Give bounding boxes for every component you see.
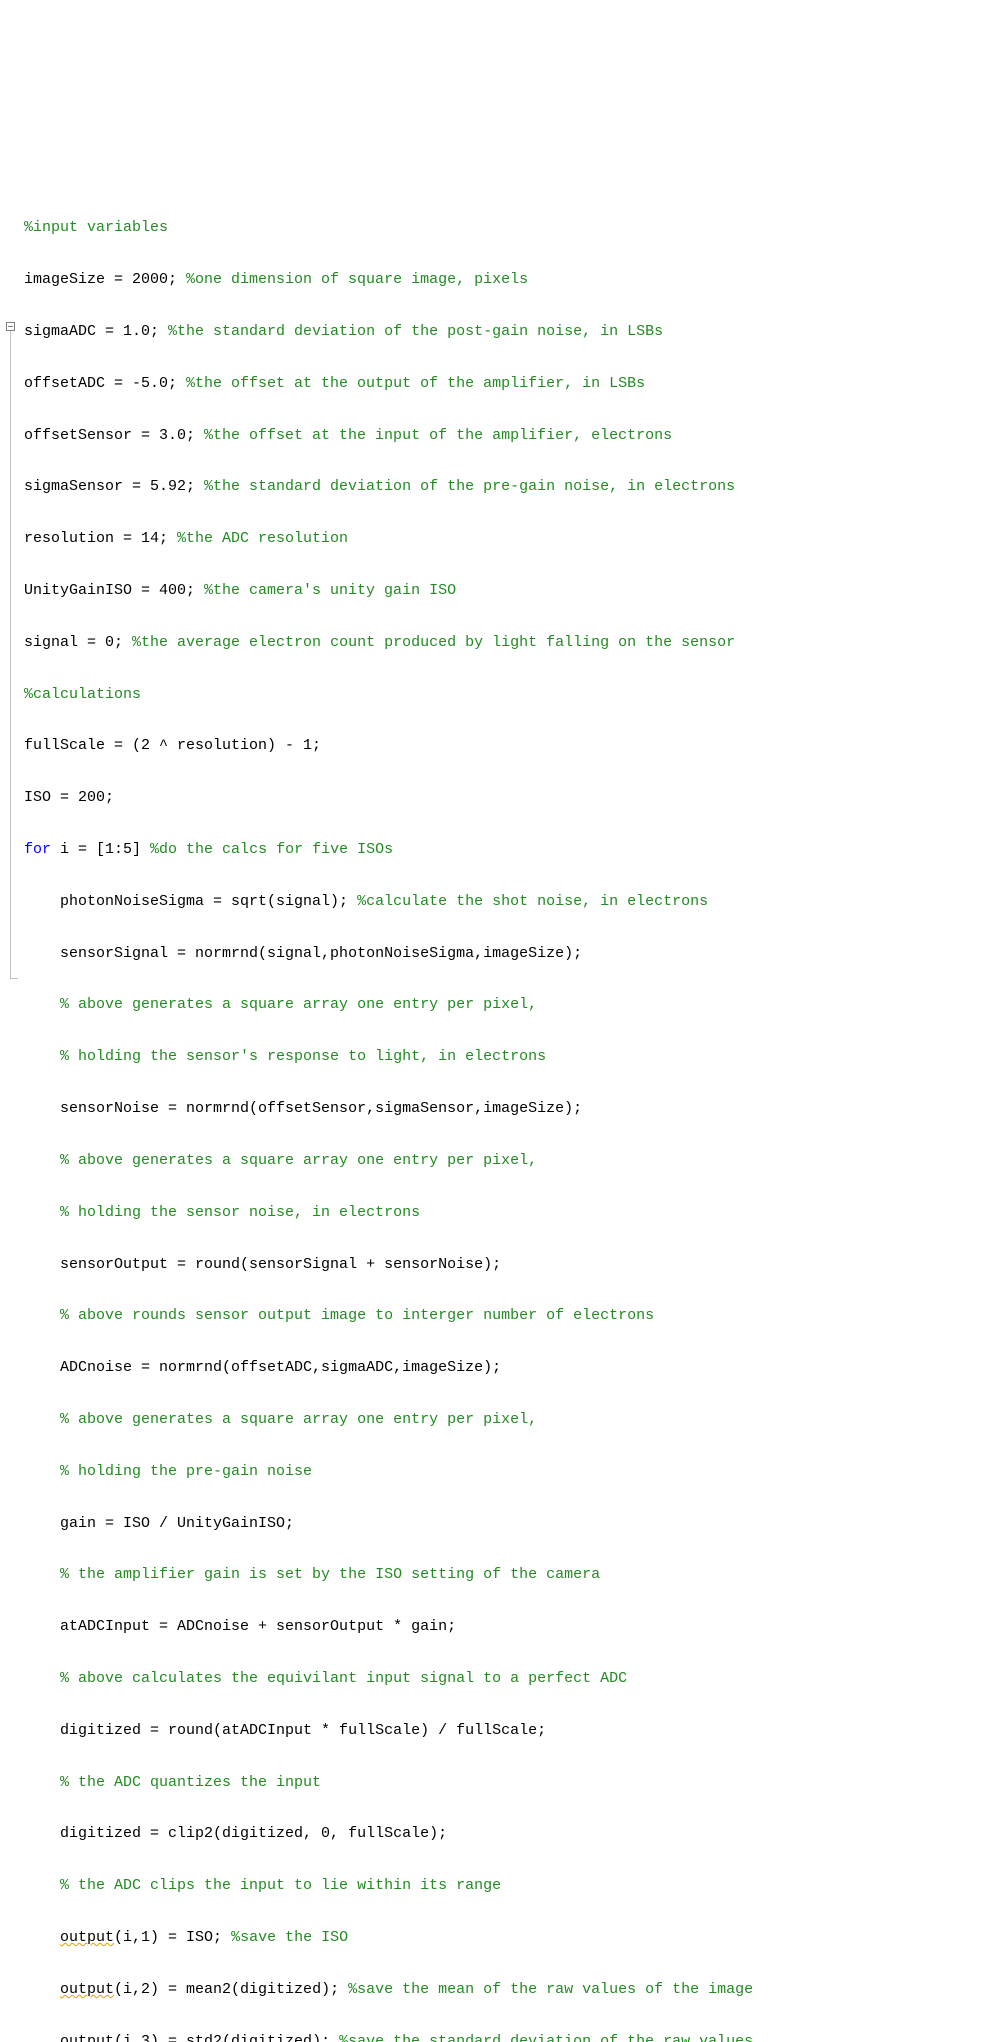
code-token: imageSize = 2000; [24,271,186,288]
code-line: % above generates a square array one ent… [24,992,995,1018]
code-line: gain = ISO / UnityGainISO; [24,1511,995,1537]
code-line: % the ADC clips the input to lie within … [24,1873,995,1899]
code-token: output [60,1929,114,1946]
code-line: % holding the sensor noise, in electrons [24,1200,995,1226]
code-token: sensorOutput = round(sensorSignal + sens… [60,1256,501,1273]
code-line: imageSize = 2000; %one dimension of squa… [24,267,995,293]
code-line: digitized = round(atADCInput * fullScale… [24,1718,995,1744]
code-line: % above rounds sensor output image to in… [24,1303,995,1329]
code-token: digitized = clip2(digitized, 0, fullScal… [60,1825,447,1842]
code-token: sensorNoise = normrnd(offsetSensor,sigma… [60,1100,582,1117]
code-line: %input variables [24,215,995,241]
code-token: output [60,2033,114,2042]
code-line: output(i,3) = std2(digitized); %save the… [24,2029,995,2042]
code-line: % above calculates the equivilant input … [24,1666,995,1692]
code-line: UnityGainISO = 400; %the camera's unity … [24,578,995,604]
code-line: fullScale = (2 ^ resolution) - 1; [24,733,995,759]
code-token: % holding the pre-gain noise [60,1463,312,1480]
code-token: (i,3) = std2(digitized); [114,2033,339,2042]
code-token: digitized = round(atADCInput * fullScale… [60,1722,546,1739]
code-token: %the standard deviation of the pre-gain … [204,478,735,495]
code-line: atADCInput = ADCnoise + sensorOutput * g… [24,1614,995,1640]
code-token: sigmaSensor = 5.92; [24,478,204,495]
code-token: fullScale = (2 ^ resolution) - 1; [24,737,321,754]
code-token: signal = 0; [24,634,132,651]
code-token: sensorSignal = normrnd(signal,photonNois… [60,945,582,962]
fold-guide-end [10,978,18,979]
code-token: %the standard deviation of the post-gain… [168,323,663,340]
code-token: (i,2) = mean2(digitized); [114,1981,348,1998]
fold-guide-line [10,331,11,978]
code-token: ISO = 200; [24,789,114,806]
code-line: % holding the sensor's response to light… [24,1044,995,1070]
code-line: offsetSensor = 3.0; %the offset at the i… [24,423,995,449]
code-token: for [24,841,51,858]
code-token: %save the ISO [231,1929,348,1946]
code-token: % holding the sensor's response to light… [60,1048,546,1065]
code-line: resolution = 14; %the ADC resolution [24,526,995,552]
code-token: %the offset at the input of the amplifie… [204,427,672,444]
code-token: %the camera's unity gain ISO [204,582,456,599]
code-line: output(i,1) = ISO; %save the ISO [24,1925,995,1951]
code-line: % the ADC quantizes the input [24,1770,995,1796]
code-line: ADCnoise = normrnd(offsetADC,sigmaADC,im… [24,1355,995,1381]
code-line: output(i,2) = mean2(digitized); %save th… [24,1977,995,2003]
code-token: %input variables [24,219,168,236]
code-token: i = [1:5] [51,841,150,858]
code-token: %do the calcs for five ISOs [150,841,393,858]
code-line: ISO = 200; [24,785,995,811]
code-token: % the ADC clips the input to lie within … [60,1877,501,1894]
code-line: photonNoiseSigma = sqrt(signal); %calcul… [24,889,995,915]
code-token: output [60,1981,114,1998]
code-line: sigmaSensor = 5.92; %the standard deviat… [24,474,995,500]
fold-collapse-icon[interactable] [6,322,15,331]
code-token: % above rounds sensor output image to in… [60,1307,654,1324]
code-token: % above generates a square array one ent… [60,1152,537,1169]
code-token: atADCInput = ADCnoise + sensorOutput * g… [60,1618,456,1635]
code-token: %save the mean of the raw values of the … [348,1981,753,1998]
code-token: offsetADC = -5.0; [24,375,186,392]
code-token: %the average electron count produced by … [132,634,735,651]
code-line: offsetADC = -5.0; %the offset at the out… [24,371,995,397]
code-line: sigmaADC = 1.0; %the standard deviation … [24,319,995,345]
code-line: % above generates a square array one ent… [24,1148,995,1174]
code-token: % the ADC quantizes the input [60,1774,321,1791]
code-token: % above generates a square array one ent… [60,996,537,1013]
code-token: (i,1) = ISO; [114,1929,231,1946]
code-token: ADCnoise = normrnd(offsetADC,sigmaADC,im… [60,1359,501,1376]
code-token: %calculations [24,686,141,703]
code-line: signal = 0; %the average electron count … [24,630,995,656]
code-line: sensorOutput = round(sensorSignal + sens… [24,1252,995,1278]
code-token: %one dimension of square image, pixels [186,271,528,288]
code-token: % above calculates the equivilant input … [60,1670,627,1687]
code-token: %save the standard deviation of the raw … [339,2033,753,2042]
code-block: %input variables imageSize = 2000; %one … [24,215,995,2042]
code-token: % holding the sensor noise, in electrons [60,1204,420,1221]
code-token: photonNoiseSigma = sqrt(signal); [60,893,357,910]
code-token: %the ADC resolution [177,530,348,547]
code-token: gain = ISO / UnityGainISO; [60,1515,294,1532]
code-token: % above generates a square array one ent… [60,1411,537,1428]
code-line: for i = [1:5] %do the calcs for five ISO… [24,837,995,863]
code-line: sensorNoise = normrnd(offsetSensor,sigma… [24,1096,995,1122]
code-line: sensorSignal = normrnd(signal,photonNois… [24,941,995,967]
code-token: UnityGainISO = 400; [24,582,204,599]
code-line: % the amplifier gain is set by the ISO s… [24,1562,995,1588]
code-line: % above generates a square array one ent… [24,1407,995,1433]
code-line: digitized = clip2(digitized, 0, fullScal… [24,1821,995,1847]
code-token: sigmaADC = 1.0; [24,323,168,340]
code-token: %the offset at the output of the amplifi… [186,375,645,392]
code-token: % the amplifier gain is set by the ISO s… [60,1566,600,1583]
code-line: % holding the pre-gain noise [24,1459,995,1485]
code-token: offsetSensor = 3.0; [24,427,204,444]
code-token: %calculate the shot noise, in electrons [357,893,708,910]
code-token: resolution = 14; [24,530,177,547]
code-line: %calculations [24,682,995,708]
